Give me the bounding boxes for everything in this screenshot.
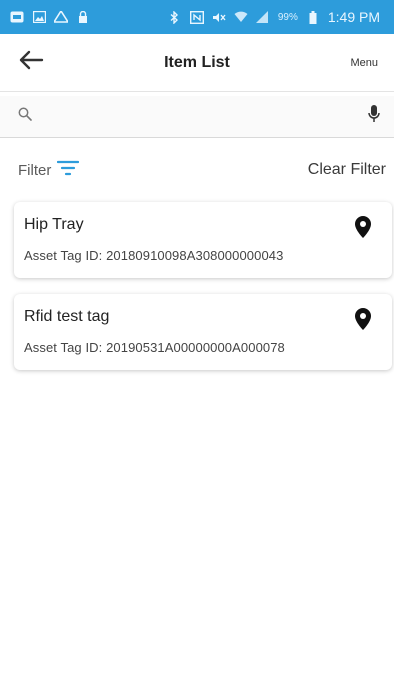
item-list: Hip Tray Asset Tag ID: 20180910098A30800… <box>14 202 392 386</box>
notification-icon <box>10 10 24 24</box>
filter-icon <box>57 160 80 181</box>
filter-row: Filter Clear Filter <box>0 152 394 188</box>
nfc-icon <box>189 10 204 24</box>
app-bar: Item List Menu <box>0 34 394 92</box>
gallery-icon <box>32 10 46 24</box>
bluetooth-icon <box>168 10 182 24</box>
search-bar <box>0 96 394 138</box>
wifi-icon <box>234 10 248 24</box>
drive-icon <box>54 10 68 24</box>
clock: 1:49 PM <box>327 9 380 25</box>
status-bar: 99% 1:49 PM <box>0 0 394 34</box>
asset-tag-id: Asset Tag ID: 20180910098A308000000043 <box>24 248 284 263</box>
battery-percent: 99% <box>277 11 298 23</box>
status-bar-right: 99% 1:49 PM <box>168 9 380 25</box>
signal-icon <box>256 10 270 24</box>
menu-button[interactable]: Menu <box>350 57 378 69</box>
battery-icon <box>306 10 320 24</box>
status-bar-left <box>10 10 90 24</box>
filter-button[interactable]: Filter <box>18 160 80 181</box>
item-name: Rfid test tag <box>24 308 110 325</box>
page-title: Item List <box>164 53 230 71</box>
search-input[interactable] <box>40 101 360 132</box>
search-icon <box>18 107 32 126</box>
item-name: Hip Tray <box>24 216 84 233</box>
filter-label: Filter <box>18 161 52 179</box>
back-button[interactable] <box>18 47 50 79</box>
mute-icon <box>212 10 226 24</box>
lock-icon <box>76 10 90 24</box>
asset-tag-id: Asset Tag ID: 20190531A00000000A000078 <box>24 340 285 355</box>
arrow-left-icon <box>18 50 44 75</box>
clear-filter-button[interactable]: Clear Filter <box>308 161 386 179</box>
location-pin-icon[interactable] <box>354 308 372 330</box>
list-item[interactable]: Hip Tray Asset Tag ID: 20180910098A30800… <box>14 202 392 278</box>
location-pin-icon[interactable] <box>354 216 372 238</box>
list-item[interactable]: Rfid test tag Asset Tag ID: 20190531A000… <box>14 294 392 370</box>
microphone-icon[interactable] <box>368 105 380 128</box>
